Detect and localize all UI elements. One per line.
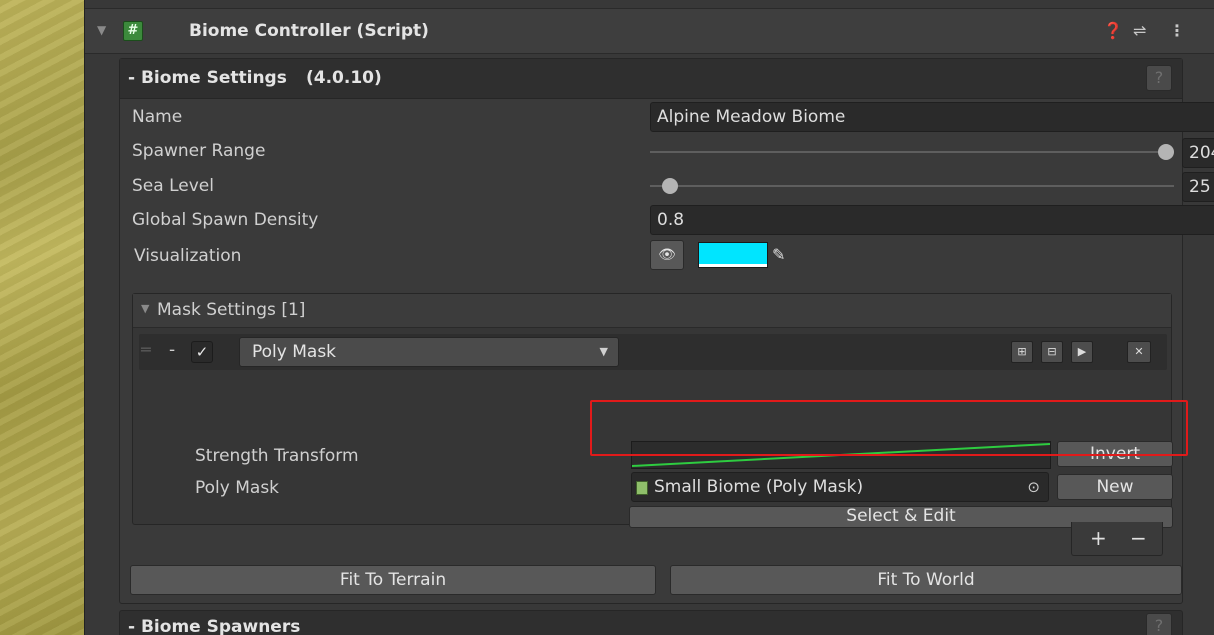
spawner-range-slider-handle[interactable]: [1158, 144, 1174, 160]
biome-spawners-title: - Biome Spawners: [128, 617, 301, 635]
sea-level-field[interactable]: 25: [1182, 172, 1214, 202]
eye-icon: 👁: [658, 247, 676, 263]
mask-settings-header[interactable]: ▼ Mask Settings [1]: [133, 294, 1171, 328]
biome-spawners-header[interactable]: - Biome Spawners ?: [119, 610, 1183, 635]
remove-mask-button[interactable]: −: [1130, 526, 1147, 550]
biome-settings-title: - Biome Settings: [128, 68, 287, 88]
drag-handle-icon[interactable]: ═: [141, 340, 151, 359]
mask-remove-icon[interactable]: ✕: [1127, 341, 1151, 363]
mask-foldout-dash[interactable]: -: [169, 340, 175, 360]
fit-to-terrain-button[interactable]: Fit To Terrain: [130, 565, 656, 595]
mask-paste-icon[interactable]: ⊟: [1041, 341, 1063, 363]
sea-level-label: Sea Level: [132, 176, 214, 196]
fit-to-world-button[interactable]: Fit To World: [670, 565, 1182, 595]
name-label: Name: [132, 107, 183, 127]
biome-settings-panel: - Biome Settings (4.0.10) ? Name Alpine …: [119, 58, 1214, 604]
foldout-arrow-icon[interactable]: ▼: [97, 23, 106, 37]
component-title: Biome Controller (Script): [189, 21, 429, 41]
list-add-remove-footer: + −: [1071, 522, 1163, 556]
spawner-range-field[interactable]: 2047: [1182, 138, 1214, 168]
object-picker-icon[interactable]: ⊙: [1027, 473, 1040, 501]
mask-enabled-checkbox[interactable]: ✓: [191, 341, 213, 363]
visualization-color-swatch[interactable]: [698, 242, 768, 268]
sea-level-slider-handle[interactable]: [662, 178, 678, 194]
mask-type-dropdown[interactable]: Poly Mask ▼: [239, 337, 619, 367]
mask-settings-foldout-icon[interactable]: ▼: [141, 302, 149, 315]
inspector-panel: ▼ # Biome Controller (Script) ❓ ⇌ ⋮ - Bi…: [84, 0, 1214, 635]
poly-mask-asset-icon: [636, 481, 648, 495]
mask-item-header: ═ - ✓ Poly Mask ▼ ⊞ ⊟ ▶ ✕: [139, 334, 1167, 370]
visualization-label: Visualization: [134, 246, 242, 266]
mask-play-icon[interactable]: ▶: [1071, 341, 1093, 363]
biome-settings-header[interactable]: - Biome Settings (4.0.10) ?: [120, 59, 1182, 99]
poly-mask-object-field[interactable]: Small Biome (Poly Mask) ⊙: [631, 472, 1049, 502]
scene-view-terrain: [0, 0, 84, 635]
kebab-menu-icon[interactable]: ⋮: [1169, 21, 1185, 40]
mask-copy-icon[interactable]: ⊞: [1011, 341, 1033, 363]
component-header[interactable]: ▼ # Biome Controller (Script) ❓ ⇌ ⋮: [85, 8, 1214, 54]
sea-level-slider-track[interactable]: [650, 185, 1174, 187]
spawner-range-label: Spawner Range: [132, 141, 266, 161]
spawner-range-slider-track[interactable]: [650, 151, 1174, 153]
presets-icon[interactable]: ⇌: [1133, 21, 1146, 40]
poly-mask-label: Poly Mask: [195, 478, 280, 498]
new-button[interactable]: New: [1057, 474, 1173, 500]
add-mask-button[interactable]: +: [1090, 526, 1107, 550]
help-button[interactable]: ?: [1146, 65, 1172, 91]
biome-settings-version: (4.0.10): [306, 68, 382, 88]
highlight-rectangle: [590, 400, 1188, 456]
script-icon: #: [123, 21, 143, 41]
poly-mask-value: Small Biome (Poly Mask): [654, 477, 864, 497]
name-field[interactable]: Alpine Meadow Biome: [650, 102, 1214, 132]
global-spawn-density-label: Global Spawn Density: [132, 210, 319, 230]
help-icon[interactable]: ❓: [1103, 21, 1123, 40]
eyedropper-icon[interactable]: ✎: [772, 245, 785, 264]
biome-spawners-help-button[interactable]: ?: [1146, 613, 1172, 635]
chevron-down-icon: ▼: [599, 345, 608, 358]
strength-transform-label: Strength Transform: [195, 446, 359, 466]
mask-type-label: Poly Mask: [252, 342, 337, 362]
global-spawn-density-field[interactable]: 0.8: [650, 205, 1214, 235]
eye-toggle-button[interactable]: 👁: [650, 240, 684, 270]
mask-settings-title: Mask Settings [1]: [157, 300, 306, 320]
